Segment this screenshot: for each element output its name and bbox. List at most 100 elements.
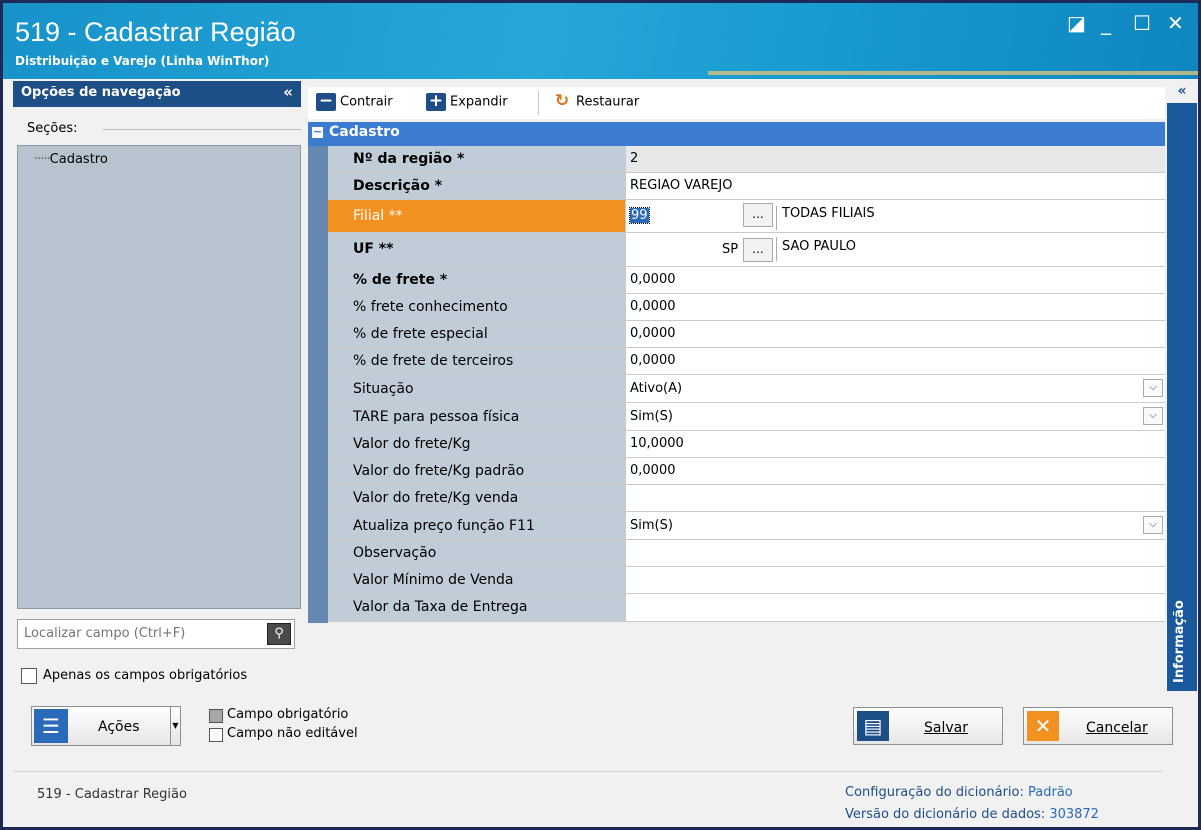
field-value[interactable]: REGIAO VAREJO: [625, 173, 1165, 199]
field-label: Valor Mínimo de Venda: [328, 567, 625, 593]
field-label: Nº da região *: [328, 146, 625, 172]
category-label: Cadastro: [329, 124, 400, 140]
tree-item-cadastro[interactable]: ·····Cadastro: [34, 152, 108, 167]
field-row-observacao: Observação: [328, 540, 1165, 567]
field-row-frete-terceiros: % de frete de terceiros 0,0000: [328, 348, 1165, 375]
search-icon[interactable]: ⚲: [267, 623, 291, 645]
chevron-down-icon[interactable]: ⌵: [1143, 516, 1163, 534]
required-legend-swatch: [209, 709, 223, 723]
uf-lookup-button[interactable]: ...: [743, 238, 773, 262]
expand-button[interactable]: + Expandir: [426, 93, 508, 111]
filial-lookup-button[interactable]: ...: [743, 203, 773, 227]
field-value[interactable]: 0,0000: [625, 267, 1165, 293]
category-header[interactable]: − Cadastro: [308, 122, 1165, 146]
field-label: % de frete especial: [328, 321, 625, 347]
restore-window-icon[interactable]: ◪: [1067, 13, 1086, 33]
uf-input[interactable]: SP: [722, 242, 738, 257]
field-label: % de frete de terceiros: [328, 348, 625, 374]
collapse-info-icon[interactable]: «: [1167, 83, 1197, 103]
dictionary-version-label: Versão do dicionário de dados:: [845, 807, 1046, 822]
tree-item-label: Cadastro: [49, 152, 108, 167]
field-label: Situação: [328, 375, 625, 402]
restore-button[interactable]: ↻ Restaurar: [552, 93, 639, 111]
close-icon[interactable]: ✕: [1167, 13, 1184, 33]
field-label: Filial **: [328, 200, 625, 232]
tree-connector: ·····: [34, 152, 51, 167]
field-label: Descrição *: [328, 173, 625, 199]
plus-icon: +: [426, 93, 446, 111]
field-value[interactable]: [625, 567, 1165, 593]
dictionary-config: Configuração do dicionário: Padrão: [845, 785, 1073, 800]
tare-select[interactable]: Sim(S) ⌵: [625, 403, 1165, 430]
field-value[interactable]: 0,0000: [625, 458, 1165, 484]
restore-label: Restaurar: [576, 94, 640, 110]
dictionary-config-value: Padrão: [1028, 785, 1073, 800]
filial-input[interactable]: 99: [629, 207, 650, 224]
grid-toolbar: − Contrair + Expandir ↻ Restaurar: [308, 87, 1165, 119]
navigation-panel: Opções de navegação « Seções: ·····Cadas…: [13, 81, 301, 621]
maximize-icon[interactable]: ☐: [1133, 13, 1151, 33]
collapse-category-icon[interactable]: −: [312, 126, 323, 138]
field-row-situacao: Situação Ativo(A) ⌵: [328, 375, 1165, 403]
field-row-valor-frete-kg: Valor do frete/Kg 10,0000: [328, 431, 1165, 458]
actions-label: Ações: [98, 719, 140, 735]
minimize-icon[interactable]: _: [1101, 13, 1111, 33]
field-row-atualiza-preco: Atualiza preço função F11 Sim(S) ⌵: [328, 512, 1165, 540]
field-label: Valor do frete/Kg venda: [328, 485, 625, 511]
close-x-icon: ✕: [1027, 711, 1059, 741]
field-value[interactable]: [625, 594, 1165, 621]
filial-description: TODAS FILIAIS: [782, 206, 875, 221]
field-value[interactable]: [625, 485, 1165, 511]
field-row-valor-minimo: Valor Mínimo de Venda: [328, 567, 1165, 594]
field-value: Ativo(A): [630, 381, 683, 396]
collapse-button[interactable]: − Contrair: [316, 93, 393, 111]
field-divider: [776, 237, 777, 261]
info-tab-label: Informação: [1172, 600, 1187, 683]
collapse-navigation-icon[interactable]: «: [283, 83, 293, 101]
property-grid: Nº da região * 2 Descrição * REGIAO VARE…: [308, 146, 1165, 623]
field-row-descricao: Descrição * REGIAO VAREJO: [328, 173, 1165, 200]
collapse-label: Contrair: [340, 94, 393, 110]
field-value: Sim(S): [630, 409, 673, 424]
situacao-select[interactable]: Ativo(A) ⌵: [625, 375, 1165, 402]
required-legend-label: Campo obrigatório: [227, 707, 349, 722]
info-tab[interactable]: Informação: [1167, 103, 1197, 691]
sections-divider: [103, 129, 301, 130]
field-label: Observação: [328, 540, 625, 566]
field-value[interactable]: 0,0000: [625, 321, 1165, 347]
chevron-down-icon[interactable]: ⌵: [1143, 407, 1163, 425]
field-label: Atualiza preço função F11: [328, 512, 625, 539]
field-value[interactable]: 10,0000: [625, 431, 1165, 457]
noneditable-legend-swatch: [209, 728, 223, 742]
field-search: ⚲: [17, 619, 295, 649]
cancel-label: Cancelar: [1086, 720, 1148, 736]
uf-value-cell: SP ... SAO PAULO: [625, 233, 1165, 266]
field-value[interactable]: [625, 540, 1165, 566]
actions-button[interactable]: ☰ Ações ▼: [31, 706, 181, 746]
dictionary-version: Versão do dicionário de dados: 303872: [845, 807, 1099, 822]
field-value[interactable]: 0,0000: [625, 294, 1165, 320]
navigation-header: Opções de navegação «: [13, 81, 301, 107]
window-title: 519 - Cadastrar Região: [15, 17, 296, 47]
field-row-uf: UF ** SP ... SAO PAULO: [328, 233, 1165, 267]
field-label: % frete conhecimento: [328, 294, 625, 320]
actions-dropdown-icon[interactable]: ▼: [170, 707, 180, 745]
actions-icon: ☰: [34, 709, 68, 743]
app-window: 519 - Cadastrar Região Distribuição e Va…: [0, 0, 1201, 830]
status-left-text: 519 - Cadastrar Região: [37, 787, 187, 802]
chevron-down-icon[interactable]: ⌵: [1143, 379, 1163, 397]
save-button[interactable]: ▤ Salvar: [853, 707, 1003, 745]
toolbar-separator: [538, 91, 539, 115]
minus-icon: −: [316, 93, 336, 111]
noneditable-legend-label: Campo não editável: [227, 726, 358, 741]
uf-description: SAO PAULO: [782, 239, 856, 254]
only-required-checkbox[interactable]: [21, 668, 37, 684]
field-label: Valor do frete/Kg: [328, 431, 625, 457]
field-value[interactable]: 0,0000: [625, 348, 1165, 374]
search-input[interactable]: [18, 620, 258, 646]
atualiza-preco-select[interactable]: Sim(S) ⌵: [625, 512, 1165, 539]
expand-label: Expandir: [450, 94, 508, 110]
field-label: UF **: [328, 233, 625, 266]
cancel-button[interactable]: ✕ Cancelar: [1023, 707, 1173, 745]
field-value: 2: [625, 146, 1165, 172]
